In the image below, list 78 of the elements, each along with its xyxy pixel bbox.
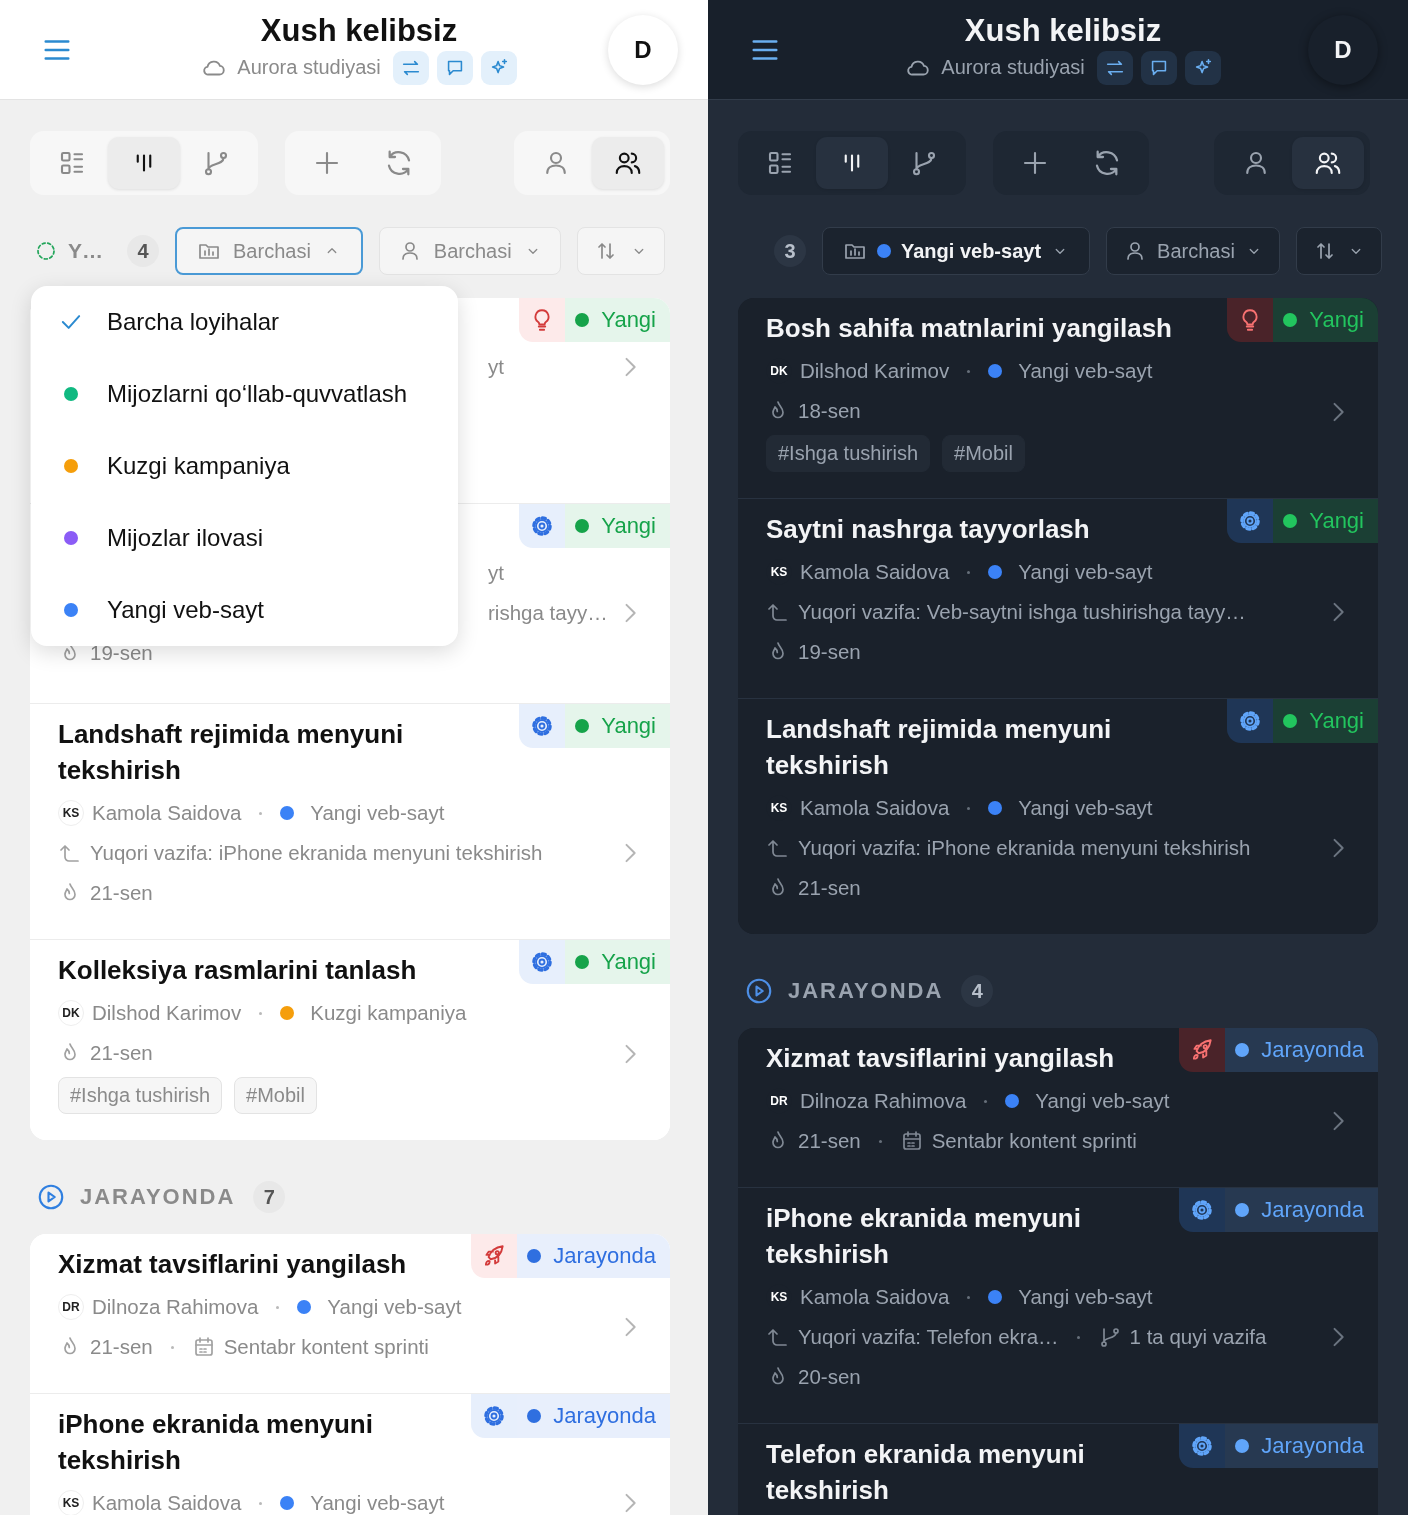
workspace-name: Aurora studiyasi (237, 56, 381, 79)
project-name: Yangi veb-sayt (327, 1295, 462, 1319)
parent-task: Yuqori vazifa: iPhone ekranida menyuni tekshirish (90, 841, 543, 865)
parent-task: Yuqori vazifa: Veb-saytni ishga tushirishga tayy… (798, 600, 1246, 624)
count-badge: 7 (253, 1181, 286, 1213)
project-name: Yangi veb-sayt (310, 801, 445, 825)
workspace-name: Aurora studiyasi (941, 56, 1085, 79)
option-label: Kuzgi kampaniya (107, 452, 290, 480)
project-name: Yangi veb-sayt (1018, 359, 1153, 383)
assignee-initials: DR (58, 1294, 84, 1320)
status-label: Jarayonda (1261, 1433, 1364, 1459)
assignee-name: Dilshod Karimov (800, 359, 950, 383)
page-title: Xush kelibsiz (260, 12, 458, 49)
due-date: 18-sen (798, 399, 861, 423)
task-title: iPhone ekranida menyuni tekshirish (58, 1408, 374, 1477)
project-name: Yangi veb-sayt (1018, 560, 1153, 584)
task-title: iPhone ekranida menyuni tekshirish (766, 1202, 1082, 1271)
status-label: Jarayonda (553, 1403, 656, 1429)
assignee-name: Dilshod Karimov (92, 1001, 242, 1025)
task-title: Landshaft rejimida menyuni tekshirish (58, 718, 405, 787)
assignee-name: Dilnoza Rahimova (800, 1089, 967, 1113)
status-label: Yangi (1309, 307, 1364, 333)
project-name: Yangi veb-sayt (310, 1491, 445, 1515)
due-date: 19-sen (798, 640, 861, 664)
option-label: Barcha loyihalar (107, 308, 280, 336)
option-label: Yangi veb-sayt (107, 596, 264, 624)
task-title: Xizmat tavsiflarini yangilash (766, 1042, 1116, 1075)
count-badge: 4 (961, 975, 994, 1007)
status-label: Yangi (601, 513, 656, 539)
project-name: Yangi veb-sayt (1018, 796, 1153, 820)
task-title: Bosh sahifa matnlarini yangilash (766, 312, 1173, 345)
text-fragment: rishga tayy… (488, 601, 608, 625)
parent-task: Yuqori vazifa: Telefon ekra… (798, 1325, 1059, 1349)
due-date: 21-sen (798, 1129, 861, 1153)
assignee-initials: KS (58, 800, 84, 826)
status-label: Jarayonda (553, 1243, 656, 1269)
task-title: Landshaft rejimida menyuni tekshirish (766, 713, 1113, 782)
option-label: Mijozlarni qo‘llab-quvvatlash (107, 380, 408, 408)
task-title: Telefon ekranida menyuni tekshirish (766, 1438, 1086, 1507)
due-date: 21-sen (90, 1041, 153, 1065)
due-date: 21-sen (90, 1335, 153, 1359)
assignee-initials: KS (58, 1490, 84, 1515)
due-date: 19-sen (90, 641, 153, 665)
text-fragment: yt (488, 561, 504, 585)
assignee-name: Dilnoza Rahimova (92, 1295, 259, 1319)
status-label: Yangi (601, 949, 656, 975)
sprint-name: Sentabr kontent sprinti (223, 1335, 429, 1359)
project-name: Kuzgi kampaniya (310, 1001, 467, 1025)
group-title: JARAYONDA (80, 1184, 236, 1210)
task-title: Saytni nashrga tayyorlash (766, 513, 1091, 546)
parent-task: Yuqori vazifa: iPhone ekranida menyuni tekshirish (798, 836, 1251, 860)
option-label: Mijozlar ilovasi (107, 524, 264, 552)
assignee-name: Kamola Saidova (92, 801, 242, 825)
subtask-count: 1 ta quyi vazifa (1129, 1325, 1267, 1349)
text-fragment: yt (488, 355, 504, 379)
project-name: Yangi veb-sayt (1035, 1089, 1170, 1113)
task-title: Kolleksiya rasmlarini tanlash (58, 954, 418, 987)
count-badge: 3 (774, 235, 806, 267)
assignee-initials: DK (58, 1000, 84, 1026)
due-date: 21-sen (798, 876, 861, 900)
due-date: 20-sen (798, 1365, 861, 1389)
status-label: Jarayonda (1261, 1037, 1364, 1063)
sprint-name: Sentabr kontent sprinti (931, 1129, 1137, 1153)
group-title: JARAYONDA (788, 978, 944, 1004)
task-title: Xizmat tavsiflarini yangilash (58, 1248, 408, 1281)
page-title: Xush kelibsiz (964, 12, 1162, 49)
assignee-name: Kamola Saidova (800, 1285, 950, 1309)
status-label: Yangi (601, 713, 656, 739)
status-label: Jarayonda (1261, 1197, 1364, 1223)
status-label: Yangi (1309, 708, 1364, 734)
assignee-name: Kamola Saidova (800, 560, 950, 584)
project-name: Yangi veb-sayt (1018, 1285, 1153, 1309)
due-date: 21-sen (90, 881, 153, 905)
assignee-name: Kamola Saidova (92, 1491, 242, 1515)
status-label: Yangi (601, 307, 656, 333)
assignee-name: Kamola Saidova (800, 796, 950, 820)
status-label: Yangi (1309, 508, 1364, 534)
count-badge: 4 (127, 235, 159, 267)
